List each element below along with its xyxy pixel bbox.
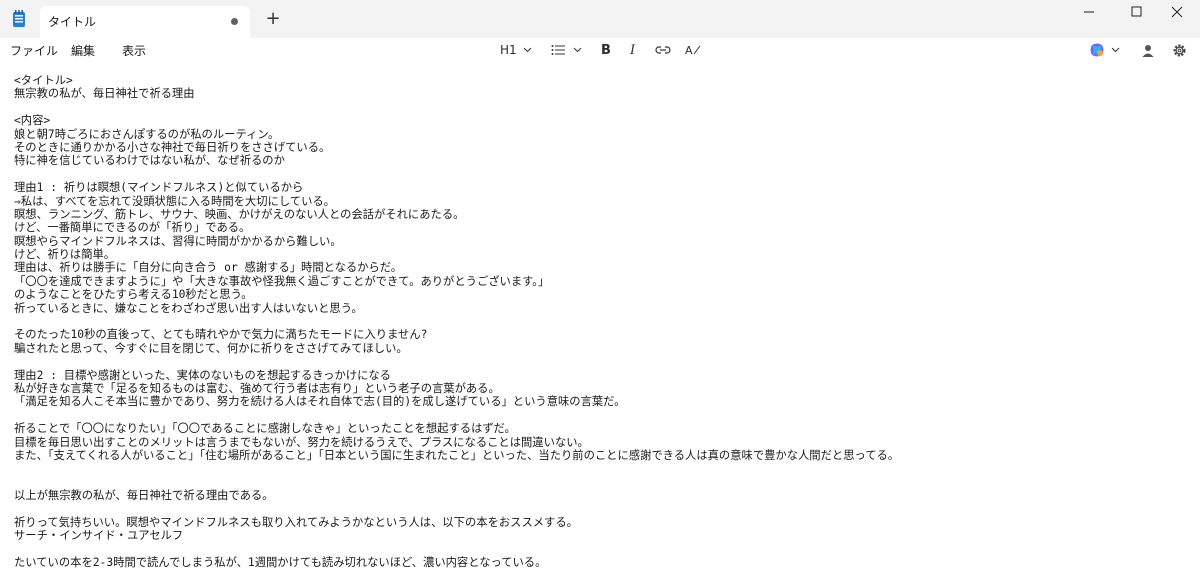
text-line: 目標を毎日思い出すことのメリットは言うまでもないが、努力を続けるうえで、プラスに… <box>14 435 589 449</box>
text-line <box>14 355 1184 368</box>
bold-button[interactable]: B <box>601 40 611 60</box>
notepad-app-icon <box>13 10 25 27</box>
text-line: ⇒私は、すべてを忘れて没頭状態に入る時間を大切にしている。 <box>14 194 335 208</box>
new-tab-button[interactable]: + <box>262 8 284 30</box>
account-button[interactable] <box>1142 40 1154 60</box>
heading-dropdown[interactable]: H1 <box>500 40 532 60</box>
tab-title: タイトル <box>48 15 97 29</box>
italic-button[interactable]: I <box>630 40 635 60</box>
gear-icon <box>1173 44 1186 56</box>
clear-formatting-icon <box>693 45 700 55</box>
document-tab[interactable]: タイトル <box>40 6 250 38</box>
clear-formatting-button[interactable]: A <box>685 40 701 60</box>
chevron-down-icon <box>523 47 532 53</box>
text-line <box>14 543 1184 556</box>
copilot-dropdown[interactable] <box>1089 40 1120 60</box>
account-icon <box>1142 44 1154 57</box>
text-line: 私が好きな言葉で「足るを知るものは富む、強めて行う者は志有り」という老子の言葉が… <box>14 381 500 395</box>
text-line: 祈りって気持ちいい。瞑想やマインドフルネスも取り入れてみようかなという人は、以下… <box>14 515 578 529</box>
link-icon <box>655 46 671 54</box>
list-icon <box>551 45 565 55</box>
chevron-down-icon <box>573 47 582 53</box>
menu-edit[interactable]: 編集 <box>71 42 95 59</box>
text-line: そのときに通りかかる小さな神社で毎日祈りをささげている。 <box>14 140 331 154</box>
text-line: 祈っているときに、嫌なことをわざわざ思い出す人はいないと思う。 <box>14 301 363 315</box>
text-line: 瞑想やらマインドフルネスは、習得に時間がかかるから難しい。 <box>14 234 342 248</box>
chevron-down-icon <box>1111 47 1120 53</box>
menu-view[interactable]: 表示 <box>122 42 146 59</box>
text-line: そのたった10秒の直後って、とても晴れやかで気力に満ちたモードに入りません? <box>14 328 428 342</box>
text-line: 娘と朝7時ごろにおさんぽするのが私のルーティン。 <box>14 127 280 141</box>
list-dropdown[interactable] <box>551 40 582 60</box>
text-line: 以上が無宗教の私が、毎日神社で祈る理由である。 <box>14 489 274 503</box>
text-line: <内容> <box>14 114 51 128</box>
text-line: 騙されたと思って、今すぐに目を閉じて、何かに祈りをささげてみてほしい。 <box>14 341 408 355</box>
minimize-icon[interactable] <box>1066 0 1112 24</box>
heading-label: H1 <box>500 43 517 57</box>
text-line: 祈ることで「〇〇になりたい」「〇〇であることに感謝しなきゃ」といったことを想起す… <box>14 422 516 436</box>
text-line: 理由2 : 目標や感謝といった、実体のないものを想起するきっかけになる <box>14 368 391 382</box>
text-line: けど、祈りは簡単。 <box>14 248 116 262</box>
text-line: たいていの本を2-3時間で読んでしまう私が、1週間かけても読み切れないほど、濃い… <box>14 556 547 569</box>
settings-button[interactable] <box>1172 40 1187 60</box>
text-line: サーチ・インサイド・ユアセルフ <box>14 529 184 543</box>
text-line <box>14 315 1184 328</box>
text-line: 「満足を知る人こそ本当に豊かであり、努力を続ける人はそれ自体で志(目的)を成し遂… <box>14 395 626 409</box>
text-line <box>14 168 1184 181</box>
text-line: また、「支えてくれる人がいること」「住む場所があること」「日本という国に生まれた… <box>14 448 900 462</box>
text-line: 瞑想、ランニング、筋トレ、サウナ、映画、かけがえのない人との会話がそれにあたる。 <box>14 207 465 221</box>
text-line: 理由は、祈りは勝手に「自分に向き合う or 感謝する」時間となるからだ。 <box>14 261 403 275</box>
text-line: 特に神を信じているわけではない私が、なぜ祈るのか <box>14 154 285 168</box>
document-text-area[interactable]: <タイトル> 無宗教の私が、毎日神社で祈る理由 <内容> 娘と朝7時ごろにおさんぽする… <box>14 74 1184 569</box>
text-line <box>14 476 1184 489</box>
menu-bar: ファイル 編集 表示 H1 B I A <box>0 38 1200 62</box>
text-line: のようなことをひたすら考える10秒だと思う。 <box>14 288 253 302</box>
text-line: 「〇〇を達成できますように」や「大きな事故や怪我無く過ごすことができて。ありがと… <box>14 274 550 288</box>
maximize-icon[interactable] <box>1113 0 1159 24</box>
close-icon[interactable] <box>1154 0 1200 24</box>
text-line <box>14 462 1184 475</box>
menu-file[interactable]: ファイル <box>10 42 58 59</box>
link-button[interactable] <box>655 40 671 60</box>
notepad-window: タイトル + ファイル 編集 表示 H1 B I A <タイトル> 無宗教の私が… <box>0 0 1200 573</box>
clear-formatting-label: A <box>685 43 693 57</box>
text-line: <タイトル> <box>14 74 73 87</box>
text-line: けど、一番簡単にできるのが「祈り」である。 <box>14 221 251 235</box>
unsaved-dot-icon[interactable] <box>231 18 238 25</box>
text-line <box>14 503 1184 516</box>
copilot-icon <box>1090 43 1104 57</box>
text-line <box>14 409 1184 422</box>
text-line <box>14 101 1184 114</box>
text-line: 理由1 : 祈りは瞑想(マインドフルネス)と似ているから <box>14 181 304 195</box>
text-line: 無宗教の私が、毎日神社で祈る理由 <box>14 87 195 101</box>
title-bar: タイトル + <box>0 0 1200 38</box>
